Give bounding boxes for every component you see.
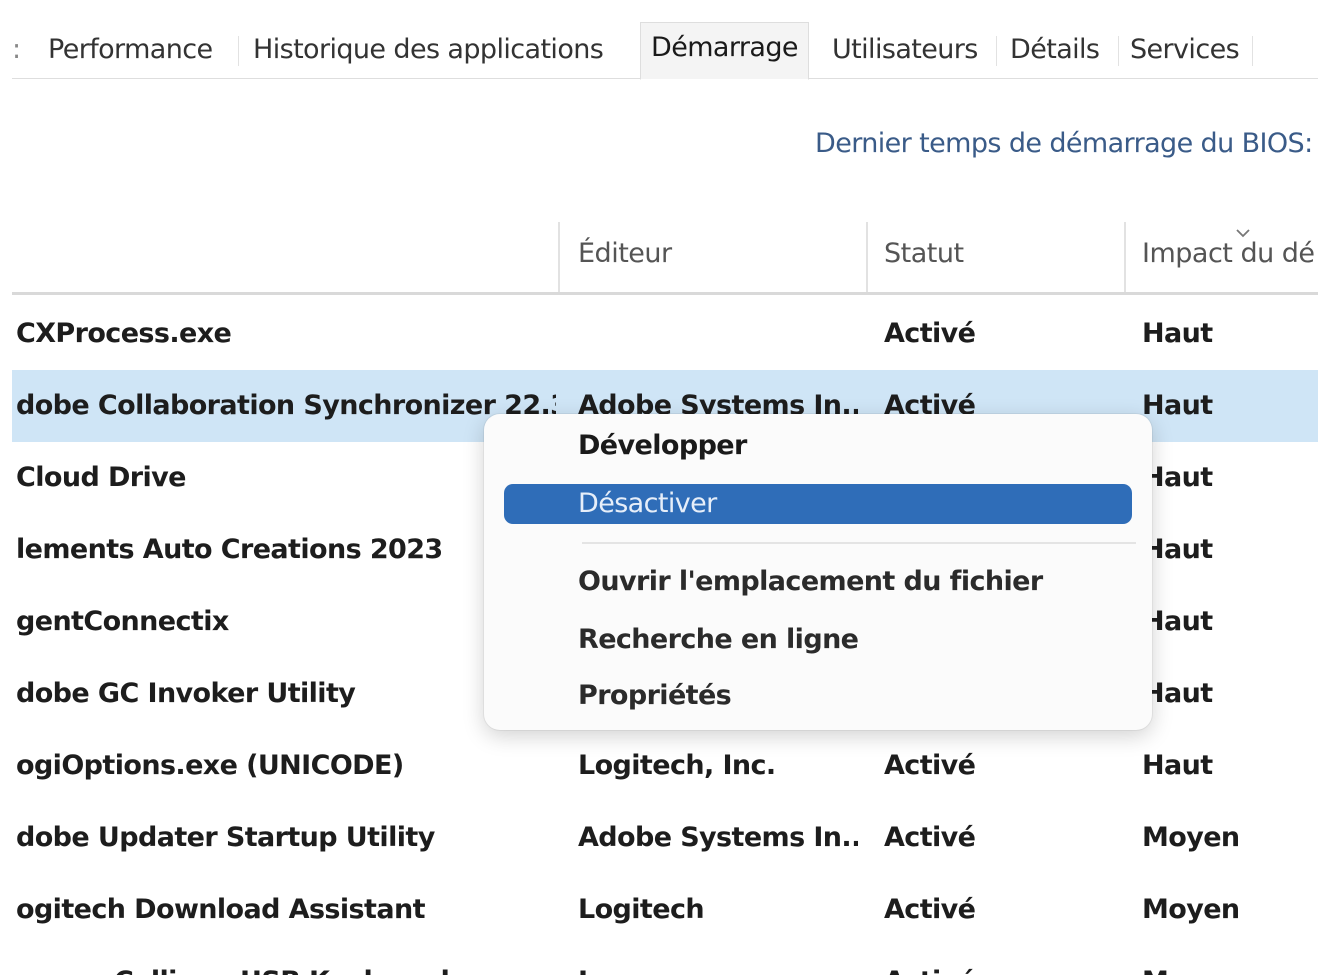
menu-item-open-file-location[interactable]: Ouvrir l'emplacement du fichier (504, 562, 1132, 602)
row-impact: Moyen (1142, 946, 1318, 975)
menu-item-expand[interactable]: Développer (504, 426, 1132, 466)
row-name: enovo Calliope USB Keyboard (16, 946, 556, 975)
row-name: ogitech Download Assistant (16, 894, 425, 925)
row-status: Activé (884, 750, 976, 781)
menu-item-label: Développer (578, 430, 747, 461)
row-impact: Haut (1142, 462, 1213, 493)
column-header-publisher[interactable]: Éditeur (578, 238, 672, 269)
tab-separator (1118, 36, 1119, 66)
bios-time-label: Dernier temps de démarrage du BIOS: (815, 128, 1313, 159)
header-divider (12, 292, 1318, 295)
tab-separator (1252, 36, 1253, 66)
menu-item-search-online[interactable]: Recherche en ligne (504, 620, 1132, 660)
row-publisher: Adobe Systems In... (578, 822, 858, 853)
tab-separator (996, 36, 997, 66)
table-row[interactable]: enovo Calliope USB Keyboard Lenovo Activ… (12, 946, 1318, 975)
row-name: gentConnectix (16, 606, 229, 637)
context-menu: Développer Désactiver Ouvrir l'emplaceme… (484, 414, 1152, 730)
row-impact: Haut (1142, 318, 1213, 349)
tab-separator (238, 36, 239, 66)
row-publisher: Logitech (578, 894, 705, 925)
row-publisher (578, 298, 858, 370)
row-status: Activé (884, 822, 976, 853)
menu-item-label: Ouvrir l'emplacement du fichier (578, 566, 1043, 597)
row-name: Cloud Drive (16, 462, 186, 493)
row-impact: Haut (1142, 534, 1213, 565)
row-impact: Haut (1142, 390, 1213, 421)
tab-details[interactable]: Détails (1010, 22, 1100, 78)
column-header-impact[interactable]: Impact du dé (1142, 238, 1315, 269)
table-row[interactable]: CXProcess.exe Activé Haut (12, 298, 1318, 370)
row-name: CXProcess.exe (16, 318, 232, 349)
tab-startup[interactable]: Démarrage (640, 22, 809, 80)
row-name: ogiOptions.exe (UNICODE) (16, 750, 404, 781)
row-publisher: Lenovo (578, 946, 858, 975)
menu-item-properties[interactable]: Propriétés (504, 676, 1132, 716)
column-divider[interactable] (558, 222, 560, 294)
tab-app-history[interactable]: Historique des applications (253, 22, 604, 78)
row-impact: Moyen (1142, 822, 1240, 853)
row-impact: Haut (1142, 606, 1213, 637)
row-status: Activé (884, 894, 976, 925)
menu-item-label: Propriétés (578, 680, 732, 711)
column-divider[interactable] (866, 222, 868, 294)
table-row[interactable]: ogiOptions.exe (UNICODE) Logitech, Inc. … (12, 730, 1318, 802)
tab-users[interactable]: Utilisateurs (832, 22, 978, 78)
row-publisher: Logitech, Inc. (578, 750, 776, 781)
column-header-status[interactable]: Statut (884, 238, 964, 269)
row-status: Activé (884, 946, 1114, 975)
menu-item-label: Recherche en ligne (578, 624, 859, 655)
column-divider[interactable] (1124, 222, 1126, 294)
menu-item-disable[interactable]: Désactiver (504, 484, 1132, 524)
table-row[interactable]: dobe Updater Startup Utility Adobe Syste… (12, 802, 1318, 874)
menu-separator (582, 542, 1136, 544)
table-row[interactable]: ogitech Download Assistant Logitech Acti… (12, 874, 1318, 946)
row-impact: Haut (1142, 678, 1213, 709)
tab-partial-left[interactable]: : (12, 22, 21, 78)
tab-bar: : Performance Historique des application… (12, 22, 1318, 80)
tab-services[interactable]: Services (1130, 22, 1240, 78)
row-name: dobe GC Invoker Utility (16, 678, 356, 709)
row-name: lements Auto Creations 2023 (16, 534, 443, 565)
row-impact: Moyen (1142, 894, 1240, 925)
menu-item-label: Désactiver (578, 488, 717, 519)
row-impact: Haut (1142, 750, 1213, 781)
row-name: dobe Updater Startup Utility (16, 822, 435, 853)
tab-performance[interactable]: Performance (48, 22, 213, 78)
row-status: Activé (884, 318, 976, 349)
sort-chevron-down-icon (1236, 229, 1250, 238)
row-name: dobe Collaboration Synchronizer 22.3 (16, 390, 556, 421)
